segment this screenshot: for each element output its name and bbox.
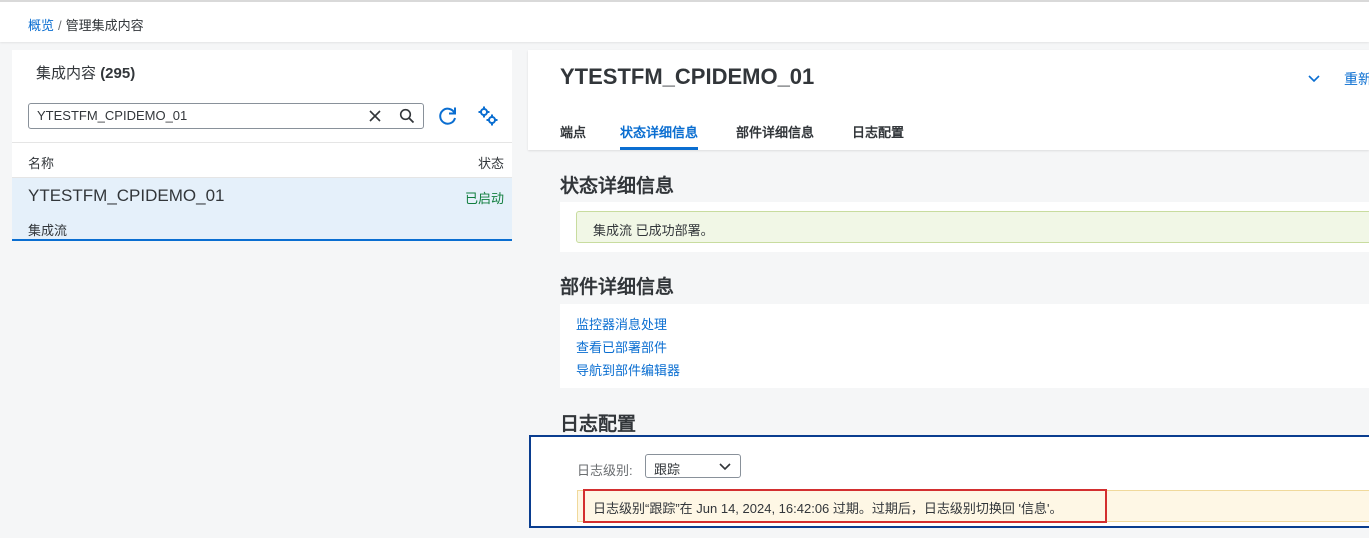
object-title: YTESTFM_CPIDEMO_01 — [560, 64, 815, 89]
log-level-select[interactable]: 跟踪 — [645, 454, 741, 478]
list-item-type: 集成流 — [28, 223, 68, 238]
breadcrumb: 概览 / 管理集成内容 — [28, 15, 144, 34]
log-configuration-card: 日志级别: 跟踪 日志级别“跟踪”在 Jun 14, 2024, 16:42:0… — [529, 435, 1369, 528]
log-level-value: 跟踪 — [654, 462, 681, 477]
column-name: 名称 — [28, 156, 55, 171]
chevron-down-icon[interactable] — [1306, 70, 1322, 86]
search-icon[interactable] — [399, 108, 415, 124]
tab-status-details[interactable]: 状态详细信息 — [620, 122, 699, 150]
clear-icon[interactable] — [367, 108, 383, 124]
breadcrumb-overview-link[interactable]: 概览 — [28, 18, 54, 33]
list-item-status: 已启动 — [464, 191, 504, 206]
tab-artifact-details[interactable]: 部件详细信息 — [736, 122, 814, 150]
list-item[interactable]: YTESTFM_CPIDEMO_01 已启动 集成流 — [12, 178, 512, 241]
list-item-name: YTESTFM_CPIDEMO_01 — [28, 186, 225, 205]
column-status: 状态 — [477, 156, 504, 171]
success-message-text: 集成流 已成功部署。 — [593, 223, 714, 238]
list-column-header: 名称 状态 — [12, 142, 512, 178]
tab-endpoints[interactable]: 端点 — [560, 122, 586, 150]
settings-gears-icon[interactable] — [476, 104, 500, 128]
log-level-label: 日志级别: — [577, 463, 633, 478]
search-field[interactable] — [28, 103, 424, 129]
artifact-details-heading: 部件详细信息 — [560, 277, 675, 298]
log-expiry-warning-text: 日志级别“跟踪”在 Jun 14, 2024, 16:42:06 过期。过期后，… — [593, 501, 1063, 516]
refresh-icon[interactable] — [436, 104, 460, 128]
redeploy-button[interactable]: 重新 — [1344, 69, 1369, 89]
log-configuration-heading: 日志配置 — [560, 414, 637, 435]
status-details-heading: 状态详细信息 — [560, 176, 675, 197]
success-message-strip: 集成流 已成功部署。 — [576, 211, 1369, 243]
top-bar: 概览 / 管理集成内容 — [0, 0, 1369, 42]
view-deployed-artifacts-link[interactable]: 查看已部署部件 — [576, 337, 667, 356]
content-list-header: 集成内容 (295) — [12, 50, 512, 142]
search-input[interactable] — [37, 108, 357, 123]
navigate-to-artifact-editor-link[interactable]: 导航到部件编辑器 — [576, 360, 680, 379]
content-count: (295) — [100, 65, 136, 82]
breadcrumb-separator: / — [58, 18, 62, 33]
tab-log-configuration[interactable]: 日志配置 — [852, 122, 904, 150]
content-list-title-text: 集成内容 — [36, 65, 97, 82]
content-list-title: 集成内容 (295) — [36, 62, 135, 83]
artifact-details-card — [560, 304, 1369, 388]
chevron-down-icon — [719, 463, 731, 471]
content-list-panel: 集成内容 (295) 名称 状态 YTESTFM_CPID — [12, 50, 512, 538]
monitor-message-processing-link[interactable]: 监控器消息处理 — [576, 314, 667, 333]
breadcrumb-current: 管理集成内容 — [65, 18, 144, 33]
object-header: YTESTFM_CPIDEMO_01 重新 端点 状态详细信息 部件详细信息 日… — [528, 50, 1369, 150]
